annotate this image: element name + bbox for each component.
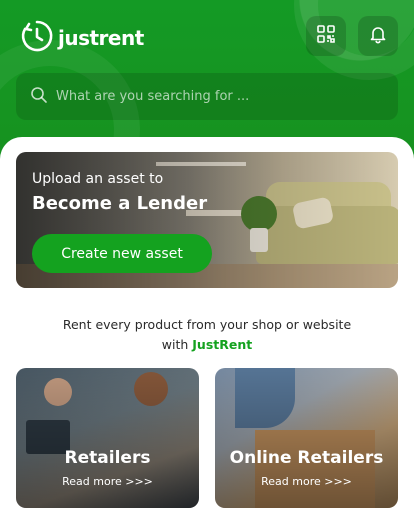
create-asset-button[interactable]: Create new asset — [32, 234, 212, 273]
card-title: Online Retailers — [229, 448, 384, 468]
tagline-brand: JustRent — [192, 337, 253, 352]
qr-scan-button[interactable] — [306, 16, 346, 56]
tagline-brand-line: with JustRent — [0, 335, 414, 355]
search-icon — [30, 86, 48, 108]
logo-text: justrent — [58, 26, 144, 50]
content-sheet: Upload an asset to Become a Lender Creat… — [0, 137, 414, 527]
qr-code-icon — [316, 24, 336, 48]
retailers-card[interactable]: Retailers Read more >>> — [16, 368, 199, 508]
online-retailers-card[interactable]: Online Retailers Read more >>> — [215, 368, 398, 508]
tagline: Rent every product from your shop or web… — [0, 315, 414, 355]
read-more-link[interactable]: Read more >>> — [16, 475, 199, 488]
tagline-text: Rent every product from your shop or web… — [62, 317, 352, 332]
clock-icon — [20, 19, 54, 57]
app-logo[interactable]: justrent — [20, 19, 144, 57]
banner-subtitle: Upload an asset to — [32, 171, 164, 187]
tagline-with: with — [161, 337, 189, 352]
search-input[interactable] — [56, 89, 356, 104]
bell-icon — [368, 24, 388, 48]
become-lender-banner[interactable]: Upload an asset to Become a Lender Creat… — [16, 152, 398, 288]
card-title: Retailers — [64, 448, 151, 468]
notifications-button[interactable] — [358, 16, 398, 56]
search-bar[interactable] — [16, 73, 398, 120]
banner-title: Become a Lender — [32, 193, 208, 214]
read-more-link[interactable]: Read more >>> — [215, 475, 398, 488]
